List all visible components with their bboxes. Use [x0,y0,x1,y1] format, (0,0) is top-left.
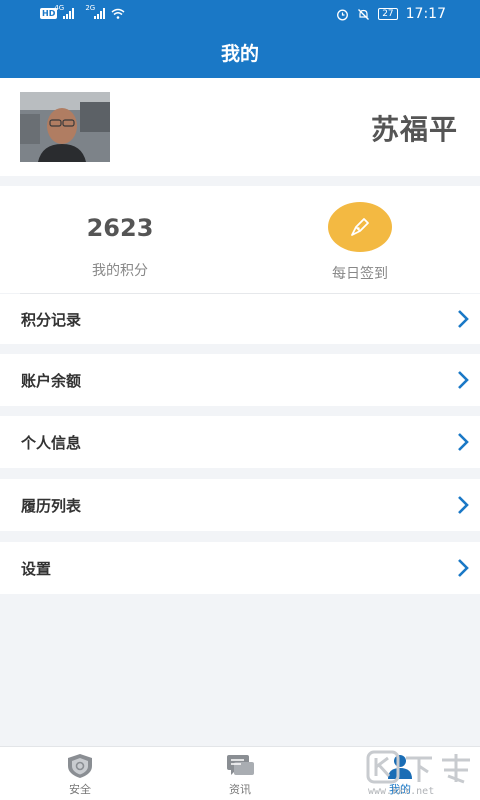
chevron-right-icon [458,559,469,577]
tab-label: 安全 [69,783,91,796]
chat-icon [227,755,254,775]
shield-icon [68,754,92,778]
menu-item-account-balance[interactable]: 账户余额 [0,354,480,406]
chevron-right-icon [458,496,469,514]
profile-card: 苏福平 [0,78,480,176]
tab-label: 资讯 [229,783,251,796]
chevron-right-icon [458,433,469,451]
watermark-url: www.kkx.net [368,786,435,797]
menu-item-label: 设置 [21,560,52,578]
chevron-right-icon [458,371,469,389]
stats-panel: 2623 我的积分 每日签到 [0,186,480,293]
pen-nib-icon [351,218,369,236]
points-value[interactable]: 2623 [60,214,180,242]
avatar[interactable] [20,92,110,162]
alarm-icon [337,9,349,20]
signal-icon-2: 2G [85,4,106,19]
username: 苏福平 [370,113,458,146]
menu-item-label: 积分记录 [21,311,82,329]
menu-item-label: 履历列表 [21,497,82,515]
points-label: 我的积分 [92,263,148,279]
battery-indicator: 27 [378,8,398,20]
menu-item-label: 个人信息 [21,434,82,452]
tab-news[interactable]: 资讯 [160,747,320,800]
signal-icon: 4G [54,4,75,19]
menu-item-label: 账户余额 [21,372,82,390]
menu-item-settings[interactable]: 设置 [0,542,480,594]
menu-item-personal-info[interactable]: 个人信息 [0,416,480,468]
mute-bell-icon [358,8,370,20]
menu-item-resume-list[interactable]: 履历列表 [0,479,480,531]
daily-checkin-button[interactable] [328,202,392,252]
chevron-right-icon [458,310,469,328]
status-bar: HD 4G 2G 27 17:17 [0,0,480,30]
section-divider [0,176,480,186]
wifi-icon [111,8,125,19]
status-time: 17:17 [405,6,446,22]
checkin-label: 每日签到 [332,266,388,282]
page-title: 我的 [0,30,480,78]
menu-item-points-history[interactable]: 积分记录 [0,294,480,344]
tab-security[interactable]: 安全 [0,747,160,800]
